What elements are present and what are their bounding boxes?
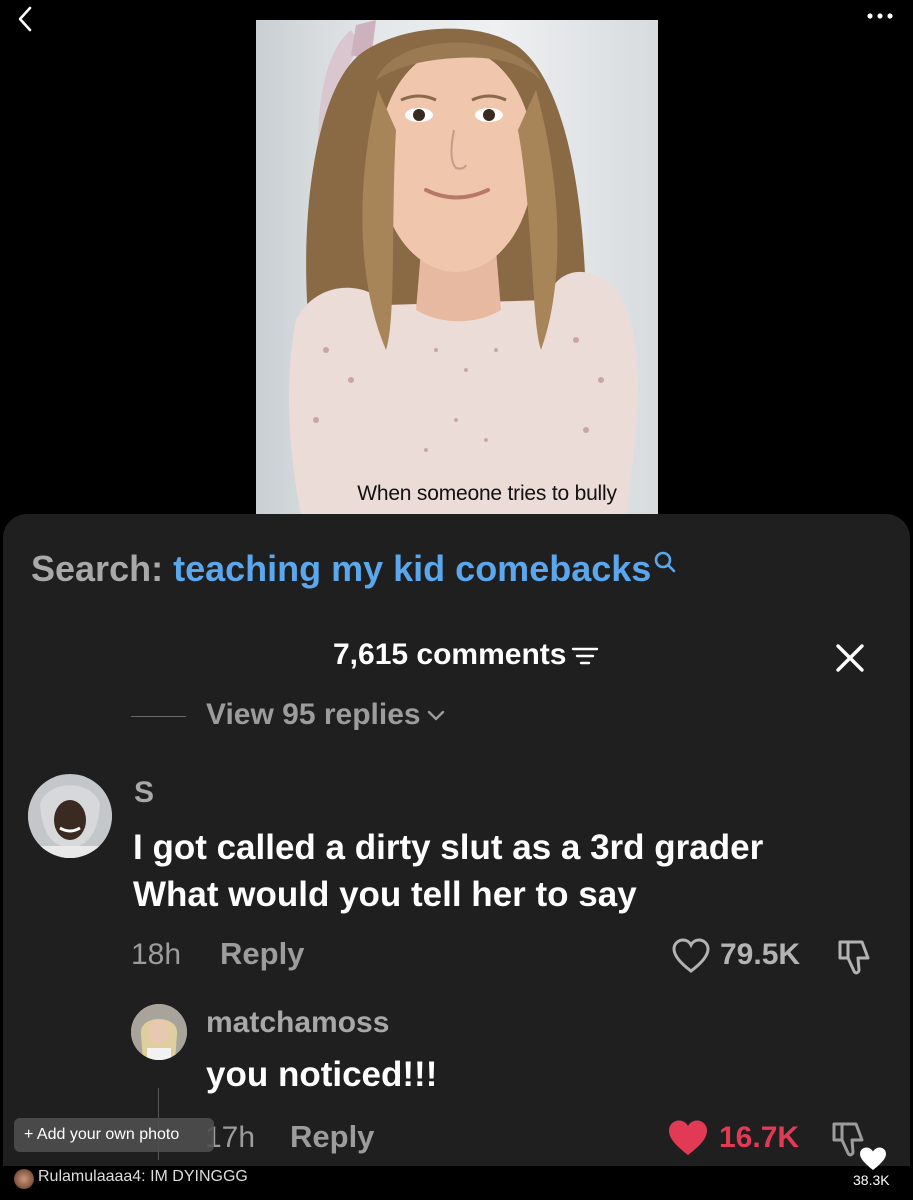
search-label: Search:: [31, 548, 164, 589]
chevron-down-icon: [427, 710, 444, 721]
search-suggestion[interactable]: Search: teaching my kid comebacks: [31, 548, 677, 590]
bottom-comment-text: Rulamulaaaa4: IM DYINGGG: [38, 1168, 248, 1185]
search-icon[interactable]: [653, 550, 677, 574]
filter-icon[interactable]: [570, 645, 600, 667]
video-frame-image: [289, 20, 638, 514]
comments-count: 7,615 comments: [333, 638, 567, 671]
video-player[interactable]: When someone tries to bully: [256, 20, 658, 514]
avatar-image: [131, 1004, 187, 1060]
add-photo-button[interactable]: + Add your own photo: [14, 1118, 214, 1152]
comment-text: I got called a dirty slut as a 3rd grade…: [133, 824, 873, 918]
like-count: 79.5K: [720, 938, 801, 971]
heart-filled-icon[interactable]: [666, 1118, 710, 1158]
reply-button[interactable]: Reply: [290, 1119, 374, 1155]
heart-icon[interactable]: [671, 937, 711, 975]
heart-icon[interactable]: [858, 1146, 888, 1172]
comment-timestamp: 18h: [131, 938, 182, 971]
reply-button[interactable]: Reply: [220, 936, 304, 972]
back-icon[interactable]: [10, 4, 40, 34]
replies-divider: [131, 716, 186, 717]
search-query-link[interactable]: teaching my kid comebacks: [173, 548, 651, 589]
view-replies-button[interactable]: View 95 replies: [206, 698, 447, 732]
reply-author[interactable]: matchamoss: [206, 1006, 389, 1040]
avatar: [14, 1169, 34, 1189]
comment-author[interactable]: S: [134, 776, 154, 810]
comment-text-line: What would you tell her to say: [133, 875, 637, 914]
video-caption: When someone tries to bully: [357, 482, 617, 505]
avatar-image: [28, 774, 112, 858]
close-icon[interactable]: [832, 640, 868, 676]
dislike-icon[interactable]: [834, 936, 876, 978]
more-icon[interactable]: [865, 8, 895, 24]
reply-text: you noticed!!!: [206, 1055, 438, 1094]
comments-count-header: 7,615 comments: [333, 638, 600, 672]
avatar[interactable]: [131, 1004, 187, 1060]
bottom-like-count: 38.3K: [853, 1172, 890, 1188]
comment-text-line: I got called a dirty slut as a 3rd grade…: [133, 828, 764, 867]
avatar[interactable]: [28, 774, 112, 858]
view-replies-label: View 95 replies: [206, 698, 421, 731]
like-count: 16.7K: [719, 1121, 800, 1154]
